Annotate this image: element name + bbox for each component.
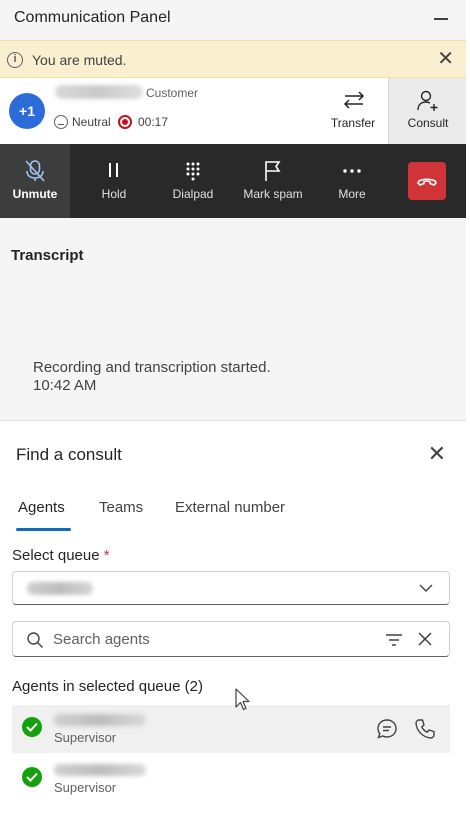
consult-button[interactable]: Consult <box>388 78 466 144</box>
list-item[interactable]: Supervisor <box>12 705 450 753</box>
mouse-cursor-icon <box>235 688 250 711</box>
mark-spam-label: Mark spam <box>243 187 303 201</box>
end-call-icon <box>417 178 437 186</box>
close-icon[interactable]: ✕ <box>437 49 454 69</box>
sentiment-neutral-icon <box>54 115 68 129</box>
filter-icon[interactable] <box>385 632 403 648</box>
transcript-message: Recording and transcription started. 10:… <box>33 359 271 395</box>
available-status-icon <box>22 767 42 787</box>
unmute-label: Unmute <box>12 187 58 201</box>
minimize-icon[interactable] <box>434 18 448 20</box>
hold-label: Hold <box>101 187 127 201</box>
mic-off-icon <box>25 160 45 182</box>
close-icon[interactable]: ✕ <box>428 443 446 465</box>
agent-name-redacted <box>54 764 146 776</box>
queue-value-redacted <box>27 582 93 595</box>
tab-active-indicator <box>16 528 71 531</box>
tab-teams[interactable]: Teams <box>99 499 143 516</box>
muted-banner: i You are muted. ✕ <box>0 40 466 78</box>
consult-icon <box>417 90 438 111</box>
transfer-icon <box>343 91 365 109</box>
search-agents-input[interactable]: Search agents <box>12 621 450 657</box>
tab-external-number[interactable]: External number <box>175 499 285 516</box>
tab-agents[interactable]: Agents <box>18 499 65 516</box>
chat-icon[interactable] <box>376 718 398 740</box>
more-button[interactable]: More <box>318 144 386 218</box>
avatar: +1 <box>9 93 45 129</box>
call-toolbar: Unmute Hold Dialpad Mark spam More <box>0 144 466 218</box>
transcript-section: Transcript Recording and transcription s… <box>0 218 466 420</box>
pause-icon <box>109 163 118 177</box>
agent-role: Supervisor <box>54 780 117 795</box>
consult-label: Consult <box>407 116 449 130</box>
panel-header: Communication Panel <box>0 0 466 40</box>
customer-row: +1 Customer Neutral 00:17 Transfer Consu… <box>0 78 466 144</box>
agent-name-redacted <box>54 714 146 726</box>
more-label: More <box>338 187 366 201</box>
search-icon <box>27 632 43 648</box>
recording-icon <box>118 115 132 129</box>
close-icon[interactable] <box>417 631 433 647</box>
find-consult-panel: Find a consult ✕ Agents Teams External n… <box>0 420 466 816</box>
info-icon: i <box>7 52 23 68</box>
chevron-down-icon <box>419 584 433 592</box>
end-call-button[interactable] <box>408 162 446 200</box>
transcript-message-text: Recording and transcription started. <box>33 359 271 376</box>
dialpad-icon <box>186 162 200 181</box>
search-placeholder: Search agents <box>53 631 150 648</box>
available-status-icon <box>22 717 42 737</box>
customer-name-redacted <box>55 85 143 99</box>
dialpad-button[interactable]: Dialpad <box>158 144 228 218</box>
phone-icon[interactable] <box>414 718 436 740</box>
required-mark: * <box>103 547 110 564</box>
transcript-heading: Transcript <box>11 247 84 264</box>
select-queue-label: Select queue * <box>12 547 110 564</box>
customer-label: Customer <box>146 86 199 100</box>
list-item[interactable]: Supervisor <box>12 755 450 803</box>
hold-button[interactable]: Hold <box>80 144 148 218</box>
call-timer: 00:17 <box>138 115 169 129</box>
find-consult-title: Find a consult <box>16 445 122 464</box>
transfer-button[interactable]: Transfer <box>320 78 386 144</box>
transcript-message-time: 10:42 AM <box>33 377 97 394</box>
agent-role: Supervisor <box>54 730 117 745</box>
panel-title: Communication Panel <box>14 9 171 26</box>
agents-in-queue-heading: Agents in selected queue (2) <box>12 678 203 695</box>
queue-select[interactable] <box>12 571 450 605</box>
select-queue-label-text: Select queue <box>12 547 100 564</box>
transfer-label: Transfer <box>330 116 376 130</box>
unmute-button[interactable]: Unmute <box>0 144 70 218</box>
communication-panel: Communication Panel i You are muted. ✕ +… <box>0 0 466 816</box>
mark-spam-button[interactable]: Mark spam <box>236 144 310 218</box>
muted-banner-text: You are muted. <box>32 52 127 68</box>
sentiment-label: Neutral <box>72 115 111 129</box>
more-icon <box>343 169 361 173</box>
flag-icon <box>265 161 281 181</box>
dialpad-label: Dialpad <box>172 187 214 201</box>
